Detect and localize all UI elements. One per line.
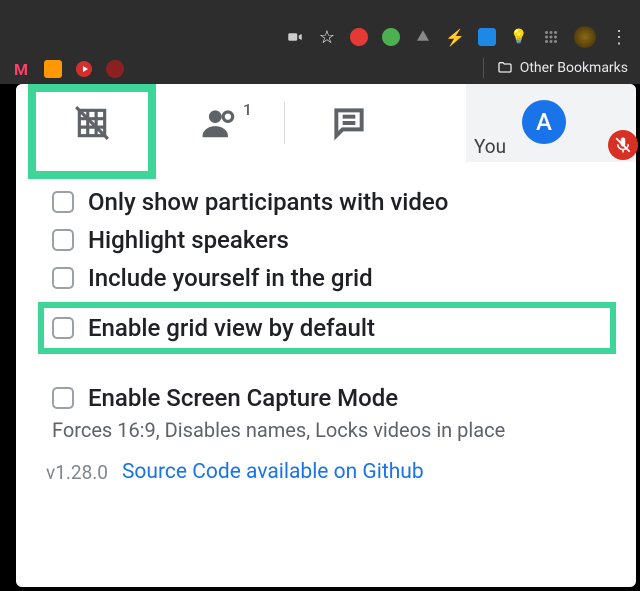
ext-icon-apps[interactable] [542, 28, 560, 46]
option-highlight-speakers[interactable]: Highlight speakers [52, 226, 616, 254]
other-bookmarks-label: Other Bookmarks [520, 60, 628, 76]
mic-muted-icon [608, 130, 638, 160]
browser-extension-row: ☆ ⚡ 💡 ⋮ [286, 26, 628, 48]
bookmark-bar-icons: M [12, 60, 124, 78]
options-list: Only show participants with video Highli… [16, 162, 636, 442]
bookmark-icon-m[interactable]: M [12, 60, 30, 78]
option-label: Include yourself in the grid [88, 264, 373, 292]
ext-icon-blue[interactable] [478, 28, 496, 46]
option-screen-capture[interactable]: Enable Screen Capture Mode [52, 384, 616, 412]
option-label: Highlight speakers [88, 226, 289, 254]
checkbox[interactable] [52, 229, 74, 251]
other-bookmarks-folder[interactable]: Other Bookmarks [483, 58, 628, 78]
folder-icon [496, 60, 514, 76]
option-label: Enable grid view by default [88, 314, 375, 342]
option-include-self[interactable]: Include yourself in the grid [52, 264, 616, 292]
camera-icon[interactable] [286, 28, 304, 46]
star-icon[interactable]: ☆ [318, 28, 336, 46]
bookmark-icon-red-play[interactable] [76, 61, 92, 77]
checkbox[interactable] [52, 191, 74, 213]
ext-icon-drive[interactable] [414, 28, 432, 46]
checkbox[interactable] [52, 267, 74, 289]
tab-people[interactable]: 1 [156, 84, 284, 162]
bookmark-icon-dark[interactable] [106, 60, 124, 78]
source-link[interactable]: Source Code available on Github [122, 460, 424, 484]
tab-grid-view[interactable] [28, 84, 156, 162]
kebab-menu-icon[interactable]: ⋮ [610, 28, 628, 46]
avatar: A [522, 100, 566, 144]
checkbox[interactable] [52, 317, 74, 339]
ext-icon-green-check[interactable] [382, 28, 400, 46]
checkbox[interactable] [52, 387, 74, 409]
option-only-video[interactable]: Only show participants with video [52, 188, 616, 216]
option-label: Enable Screen Capture Mode [88, 384, 398, 412]
avatar-initial: A [536, 108, 552, 136]
profile-avatar-icon[interactable] [574, 26, 596, 48]
browser-chrome-bar: ☆ ⚡ 💡 ⋮ M Other Bookmarks [0, 0, 640, 84]
ext-icon-red[interactable] [350, 28, 368, 46]
people-count-label: 1 [243, 100, 252, 119]
version-label: v1.28.0 [46, 461, 108, 484]
self-video-tile[interactable]: A You [466, 84, 636, 162]
ext-icon-bulb[interactable]: 💡 [510, 28, 528, 46]
option-enable-grid-default[interactable]: Enable grid view by default [38, 302, 616, 354]
option-label: Only show participants with video [88, 188, 448, 216]
option-subtext: Forces 16:9, Disables names, Locks video… [52, 418, 616, 442]
tab-row: 1 A You [16, 84, 636, 162]
tab-chat[interactable] [285, 84, 413, 162]
ext-icon-bolt[interactable]: ⚡ [446, 28, 464, 46]
extension-popup: 1 A You [16, 84, 636, 587]
bookmark-icon-orange[interactable] [44, 60, 62, 78]
footer: v1.28.0 Source Code available on Github [16, 460, 636, 484]
you-label: You [474, 135, 506, 158]
